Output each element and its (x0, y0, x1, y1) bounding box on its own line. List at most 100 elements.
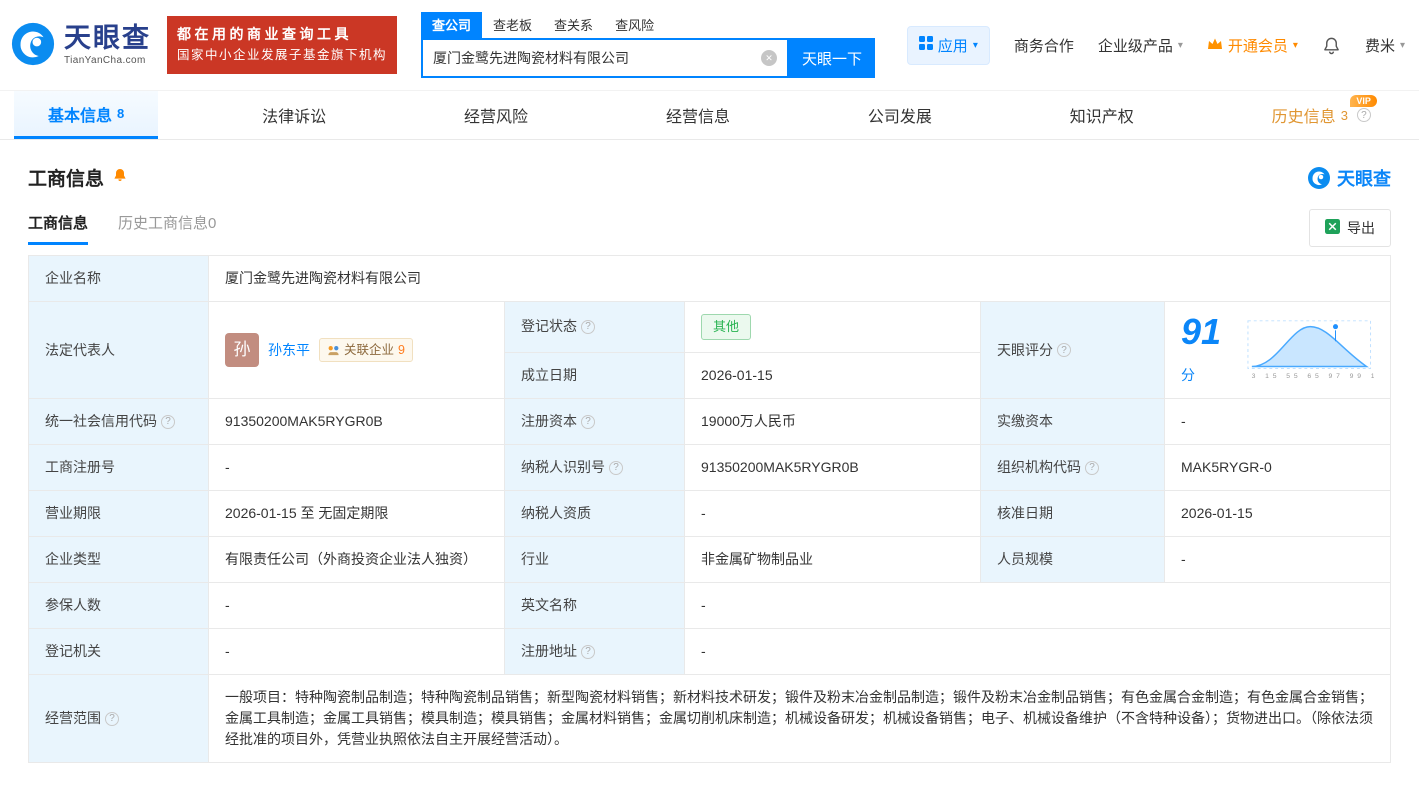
staff-size-value: - (1165, 537, 1391, 583)
page-title: 工商信息 (28, 164, 104, 191)
header-right-nav: 应用 ▾ 商务合作 企业级产品 ▾ 开通会员 ▾ 费米 ▾ (907, 26, 1405, 65)
subtab-row: 工商信息 历史工商信息0 导出 (28, 209, 1391, 247)
svg-text:0 1 3 15 55 65 97 99 100: 0 1 3 15 55 65 97 99 100 (1246, 373, 1374, 380)
business-term-label: 营业期限 (29, 491, 209, 537)
status-badge: 其他 (701, 314, 751, 340)
section-title-wrap: 工商信息 (28, 164, 128, 191)
tyc-score-cell[interactable]: 91分 0 1 3 15 55 65 97 99 100 (1165, 302, 1391, 399)
approve-date-label: 核准日期 (981, 491, 1165, 537)
reg-capital-label: 注册资本? (505, 399, 685, 445)
enterprise-products-link[interactable]: 企业级产品 ▾ (1098, 35, 1183, 56)
english-name-label: 英文名称 (505, 583, 685, 629)
user-name: 费米 (1365, 35, 1395, 56)
table-row: 统一社会信用代码? 91350200MAK5RYGR0B 注册资本? 19000… (29, 399, 1391, 445)
help-icon[interactable]: ? (581, 645, 595, 659)
taxpayer-id-label: 纳税人识别号? (505, 445, 685, 491)
brand-name: 天眼查 (64, 25, 151, 52)
promo-line-1: 都在用的商业查询工具 (177, 24, 387, 46)
help-icon[interactable]: ? (105, 712, 119, 726)
table-row: 参保人数 - 英文名称 - (29, 583, 1391, 629)
search-tabs: 查公司 查老板 查关系 查风险 (421, 12, 875, 38)
org-code-value: MAK5RYGR-0 (1165, 445, 1391, 491)
business-scope-value: 一般项目：特种陶瓷制品制造；特种陶瓷制品销售；新型陶瓷材料销售；新材料技术研发；… (209, 675, 1391, 763)
help-icon[interactable]: ? (581, 320, 595, 334)
clear-icon[interactable]: ✕ (761, 50, 777, 66)
open-vip-link[interactable]: 开通会员 ▾ (1207, 35, 1298, 56)
help-icon[interactable]: ? (1057, 343, 1071, 357)
tab-history-info[interactable]: VIP 历史信息 3 ? (1238, 91, 1405, 139)
user-menu[interactable]: 费米 ▾ (1365, 35, 1405, 56)
promo-banner: 都在用的商业查询工具 国家中小企业发展子基金旗下机构 (167, 16, 397, 73)
watermark-logo-text: 天眼查 (1337, 165, 1391, 191)
top-header: 天眼查 TianYanCha.com 都在用的商业查询工具 国家中小企业发展子基… (0, 0, 1419, 90)
search-tab-company[interactable]: 查公司 (421, 12, 482, 38)
search-tab-boss[interactable]: 查老板 (482, 12, 543, 38)
table-row: 企业类型 有限责任公司（外商投资企业法人独资） 行业 非金属矿物制品业 人员规模… (29, 537, 1391, 583)
paid-capital-value: - (1165, 399, 1391, 445)
reg-capital-value: 19000万人民币 (685, 399, 981, 445)
notification-bell-icon[interactable] (1322, 36, 1341, 55)
establish-date-label: 成立日期 (505, 352, 685, 398)
avatar[interactable]: 孙 (225, 333, 259, 367)
table-row: 经营范围? 一般项目：特种陶瓷制品制造；特种陶瓷制品销售；新型陶瓷材料销售；新材… (29, 675, 1391, 763)
tab-intellectual-property[interactable]: 知识产权 (1036, 91, 1168, 139)
search-tab-relation[interactable]: 查关系 (543, 12, 604, 38)
business-scope-label: 经营范围? (29, 675, 209, 763)
establish-date-value: 2026-01-15 (685, 352, 981, 398)
help-icon[interactable]: ? (581, 415, 595, 429)
search-tab-risk[interactable]: 查风险 (604, 12, 665, 38)
reg-authority-label: 登记机关 (29, 629, 209, 675)
excel-icon (1325, 219, 1340, 237)
help-icon[interactable]: ? (609, 461, 623, 475)
apps-button[interactable]: 应用 ▾ (907, 26, 990, 65)
alarm-bell-icon[interactable] (112, 167, 128, 189)
search-button[interactable]: 天眼一下 (789, 38, 875, 78)
export-button[interactable]: 导出 (1309, 209, 1391, 247)
help-icon[interactable]: ? (161, 415, 175, 429)
help-icon[interactable]: ? (1357, 108, 1371, 122)
tianyancha-logo-icon (10, 21, 56, 70)
reg-status-value: 其他 (685, 302, 981, 353)
org-code-label: 组织机构代码? (981, 445, 1165, 491)
tab-basic-info[interactable]: 基本信息 8 (14, 91, 158, 139)
tab-history-info-count: 3 (1341, 108, 1348, 123)
company-type-label: 企业类型 (29, 537, 209, 583)
tianyancha-watermark-logo: 天眼查 (1307, 165, 1391, 191)
company-nav-tabs: 基本信息 8 法律诉讼 经营风险 经营信息 公司发展 知识产权 VIP 历史信息… (0, 90, 1419, 140)
table-row: 工商注册号 - 纳税人识别号? 91350200MAK5RYGR0B 组织机构代… (29, 445, 1391, 491)
reg-authority-value: - (209, 629, 505, 675)
legal-rep-cell: 孙 孙东平 关联企业 9 (209, 302, 505, 399)
tab-operation-risk[interactable]: 经营风险 (430, 91, 562, 139)
related-companies-count: 9 (398, 341, 405, 360)
help-icon[interactable]: ? (1085, 461, 1099, 475)
search-input[interactable] (423, 50, 761, 66)
company-type-value: 有限责任公司（外商投资企业法人独资） (209, 537, 505, 583)
subtab-history-business-info[interactable]: 历史工商信息0 (118, 212, 216, 245)
staff-size-label: 人员规模 (981, 537, 1165, 583)
tab-basic-info-label: 基本信息 (48, 102, 112, 126)
business-cooperation-link[interactable]: 商务合作 (1014, 35, 1074, 56)
tab-operation-info[interactable]: 经营信息 (632, 91, 764, 139)
vip-badge: VIP (1350, 95, 1377, 107)
taxpayer-quality-label: 纳税人资质 (505, 491, 685, 537)
reg-status-label: 登记状态? (505, 302, 685, 353)
subtab-business-info[interactable]: 工商信息 (28, 212, 88, 245)
enterprise-products-label: 企业级产品 (1098, 35, 1173, 56)
related-companies-label: 关联企业 (344, 341, 394, 360)
table-row: 营业期限 2026-01-15 至 无固定期限 纳税人资质 - 核准日期 202… (29, 491, 1391, 537)
tianyancha-logo[interactable]: 天眼查 TianYanCha.com (10, 21, 151, 70)
export-label: 导出 (1347, 218, 1375, 238)
tab-company-development[interactable]: 公司发展 (834, 91, 966, 139)
tab-history-info-label: 历史信息 (1272, 103, 1336, 127)
search-input-box: ✕ (421, 38, 789, 78)
tab-legal-litigation[interactable]: 法律诉讼 (228, 91, 360, 139)
related-companies-pill[interactable]: 关联企业 9 (319, 338, 413, 363)
chevron-down-icon: ▾ (1400, 40, 1405, 51)
industry-label: 行业 (505, 537, 685, 583)
table-row: 登记机关 - 注册地址? - (29, 629, 1391, 675)
legal-rep-name-link[interactable]: 孙东平 (268, 340, 310, 361)
chevron-down-icon: ▾ (1293, 40, 1298, 51)
reg-number-label: 工商注册号 (29, 445, 209, 491)
main-content: 工商信息 天眼查 工商信息 历史工商信息0 导出 企业名称 厦门金鹭先进陶瓷材料… (0, 164, 1419, 793)
apps-grid-icon (919, 36, 933, 54)
